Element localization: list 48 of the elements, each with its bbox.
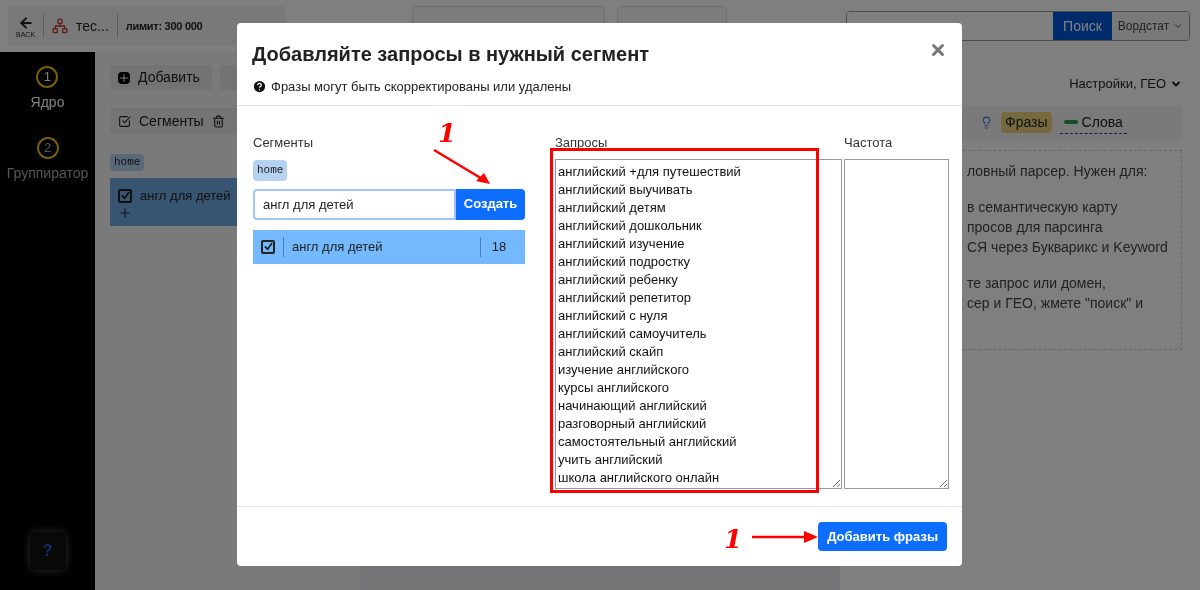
segment-row[interactable]: англ для детей 18 [253, 229, 525, 264]
help-icon [252, 79, 267, 95]
bulb-icon [980, 116, 993, 129]
close-button[interactable] [929, 41, 947, 59]
segment-count: 18 [490, 237, 508, 256]
caret-icon [1173, 21, 1184, 31]
segment-name-field[interactable]: англ для детей [253, 188, 456, 220]
tag: home [110, 154, 145, 171]
segments-label: Сегменты [139, 111, 204, 131]
description-line: те запрос или домен, [967, 273, 1107, 293]
tag: home [253, 160, 288, 181]
trash-icon [211, 114, 225, 128]
modal-title: Добавляйте запросы в нужный сегмент [252, 42, 650, 67]
sidebar-item[interactable]: 1 Ядро [30, 66, 65, 113]
description-line: СЯ через Букварикс и Keyword [967, 237, 1169, 257]
plus-icon [118, 205, 132, 220]
sidebar-item[interactable]: 2 Группиратор [6, 137, 89, 184]
modal-hint: Фразы могут быть скорректированы или удалены [271, 78, 572, 96]
annotation-number: 1 [438, 120, 457, 146]
segment-name: англ для детей [140, 187, 231, 205]
description-line: сер и ГЕО, жмете "поиск" и [967, 293, 1144, 313]
queries-field[interactable]: английский +для путешествий английский выучивать английский детям английский дошкольник английский изучение английский подростку английский ребенку английский репетитор английский с нуля английский самоучитель английский скайп изучение английского курсы английского начинающий английский разговорный английский самостоятельный английский учить английский школа английского онлайн [555, 159, 842, 489]
description-line: просов для парсинга [967, 217, 1104, 237]
source-dropdown[interactable]: Вордстат [1112, 12, 1189, 40]
create-button[interactable]: Создать [456, 188, 525, 220]
queries-label: Запросы [555, 135, 608, 150]
segment-name: англ для детей [292, 237, 384, 256]
description-line: ловный парсер. Нужен для: [967, 161, 1149, 181]
arrow-drawing [432, 148, 492, 186]
plus-icon [118, 71, 130, 84]
segments-label: Сегменты [253, 135, 313, 150]
checkbox[interactable] [261, 239, 275, 254]
frequency-label: Частота [844, 135, 893, 150]
mode-tab[interactable]: Слова [1059, 111, 1127, 134]
mode-tab[interactable]: Фразы [1001, 112, 1052, 133]
add-button[interactable]: Добавить [110, 65, 212, 90]
project-name[interactable]: тес... [76, 15, 109, 37]
checkbox-icon [118, 114, 131, 128]
annotation-number: 1 [724, 526, 743, 552]
checkbox[interactable] [118, 188, 132, 203]
settings-dropdown[interactable]: Настройки, ГЕО [1069, 74, 1182, 94]
frequency-field[interactable] [844, 159, 949, 489]
search-button[interactable]: Поиск [1053, 12, 1112, 40]
description-line: в семантическую карту [967, 197, 1119, 217]
add-phrases-button[interactable]: Добавить фразы [818, 522, 947, 551]
limit-label: лимит: 300 000 [125, 18, 203, 34]
tree-icon [52, 18, 69, 34]
arrow-drawing [752, 530, 818, 544]
